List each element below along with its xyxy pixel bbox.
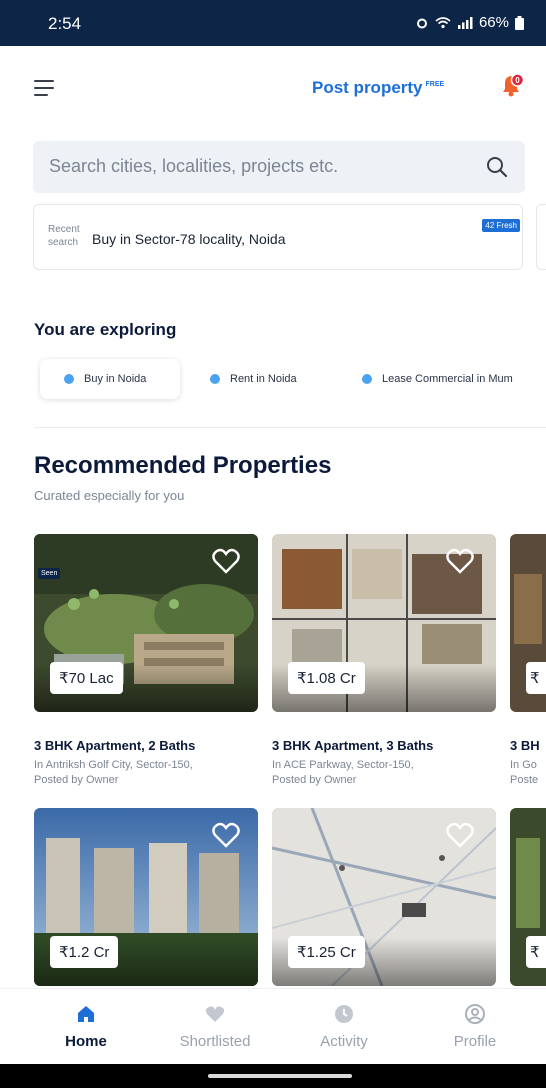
property-location: In Antriksh Golf City, Sector-150,	[34, 759, 193, 771]
price-tag: ₹1.08 Cr	[288, 662, 365, 694]
property-card[interactable]: Seen ₹70 Lac	[34, 534, 258, 712]
property-card[interactable]: ₹	[510, 534, 546, 712]
home-icon	[78, 1006, 94, 1022]
nav-activity[interactable]: Activity	[296, 989, 392, 1065]
nav-shortlisted[interactable]: Shortlisted	[160, 989, 270, 1065]
exploring-title: You are exploring	[34, 320, 177, 339]
heart-icon[interactable]	[446, 548, 474, 574]
signal-icon	[457, 17, 473, 29]
chip-icon	[210, 374, 220, 384]
price-tag: ₹1.25 Cr	[288, 936, 365, 968]
nav-home[interactable]: Home	[30, 989, 142, 1065]
status-icons: 66%	[415, 14, 524, 31]
battery-percent: 66%	[478, 14, 509, 31]
system-navigation-bar	[0, 1064, 546, 1088]
chip-buy-noida[interactable]: Buy in Noida	[40, 359, 180, 399]
price-tag: ₹1.2 Cr	[50, 936, 119, 968]
price-tag: ₹	[526, 662, 546, 694]
notification-button[interactable]: 0	[498, 72, 526, 100]
post-property-label: Post property	[312, 78, 423, 97]
profile-icon	[465, 1004, 485, 1024]
divider	[34, 427, 546, 428]
notification-count: 0	[515, 76, 520, 85]
property-card[interactable]: ₹1.2 Cr	[34, 808, 258, 986]
hamburger-icon[interactable]	[34, 80, 54, 101]
chip-rent-noida[interactable]: Rent in Noida	[210, 359, 297, 399]
property-title: 3 BH	[510, 738, 540, 753]
property-title: 3 BHK Apartment, 3 Baths	[272, 738, 434, 753]
heart-icon[interactable]	[212, 548, 240, 574]
section-subtitle: Curated especially for you	[34, 488, 185, 503]
seen-badge: Seen	[38, 568, 61, 579]
property-posted-by: Posted by Owner	[272, 774, 357, 786]
property-posted-by: Poste	[510, 774, 539, 786]
section-title: Recommended Properties	[34, 452, 332, 479]
nav-shortlisted-label: Shortlisted	[179, 1033, 251, 1050]
property-location: In ACE Parkway, Sector-150,	[272, 759, 414, 771]
property-card[interactable]: ₹1.25 Cr	[272, 808, 496, 986]
chip-icon	[362, 374, 372, 384]
price-tag: ₹70 Lac	[50, 662, 123, 694]
chip-label: Lease Commercial in Mum	[382, 373, 513, 385]
recent-search-text: Buy in Sector-78 locality, Noida	[92, 231, 286, 247]
recent-search-card[interactable]: Recent search Buy in Sector-78 locality,…	[33, 204, 523, 270]
search-placeholder: Search cities, localities, projects etc.	[49, 156, 339, 176]
bottom-navigation: Home Shortlisted Activity Profile	[0, 988, 546, 1065]
status-bar: 2:54 66%	[0, 0, 546, 46]
recent-search-card-next[interactable]	[536, 204, 546, 270]
nav-profile[interactable]: Profile	[430, 989, 520, 1065]
property-location: In Go	[510, 759, 537, 771]
nav-activity-label: Activity	[320, 1033, 368, 1050]
property-card[interactable]: ₹1.08 Cr	[272, 534, 496, 712]
chip-icon	[64, 374, 74, 384]
property-posted-by: Posted by Owner	[34, 774, 119, 786]
bell-icon: 0	[503, 73, 525, 97]
post-property-link[interactable]: Post property FREE	[312, 78, 444, 98]
recent-search-label: Recent search	[48, 224, 80, 248]
home-gesture-bar[interactable]	[208, 1074, 352, 1078]
status-time: 2:54	[48, 14, 82, 33]
price-tag: ₹	[526, 936, 546, 968]
heart-icon[interactable]	[446, 822, 474, 848]
heart-icon	[205, 1006, 225, 1022]
property-title: 3 BHK Apartment, 2 Baths	[34, 738, 196, 753]
nav-profile-label: Profile	[453, 1033, 497, 1050]
search-input[interactable]: Search cities, localities, projects etc.	[33, 141, 525, 193]
free-badge: FREE	[425, 81, 445, 89]
search-icon[interactable]	[485, 155, 509, 179]
nav-home-label: Home	[65, 1033, 107, 1050]
property-card[interactable]: ₹	[510, 808, 546, 986]
chip-lease-commercial[interactable]: Lease Commercial in Mum	[362, 359, 513, 399]
heart-icon[interactable]	[212, 822, 240, 848]
chip-label: Buy in Noida	[84, 373, 147, 385]
alarm-icon	[416, 18, 427, 28]
chip-label: Rent in Noida	[230, 373, 297, 385]
wifi-icon	[435, 17, 451, 29]
battery-icon	[515, 15, 524, 30]
fresh-badge: 42 Fresh	[482, 219, 520, 232]
clock-icon	[335, 1005, 353, 1023]
